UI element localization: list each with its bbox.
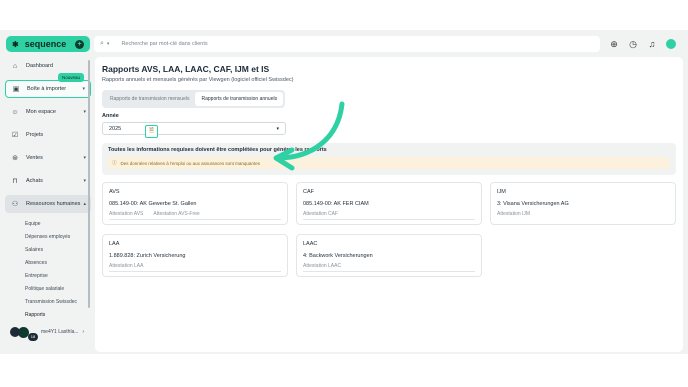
- card-title: IJM: [497, 189, 506, 195]
- user-menu[interactable]: 18 me4Y1 Lasthla... ›: [10, 327, 85, 341]
- sidebar-item-label: Ventes: [26, 155, 43, 161]
- divider: [303, 219, 475, 220]
- card-links: Attestation LAA: [109, 263, 143, 269]
- chevron-down-icon: ▾: [82, 86, 85, 92]
- bag-icon: ⊓: [12, 178, 18, 185]
- card-links: Attestation IJM: [497, 211, 530, 217]
- people-icon: ⚇: [11, 201, 19, 208]
- sequence-logo[interactable]: ✱ sequence +: [6, 36, 90, 52]
- chevron-up-icon: ▴: [83, 201, 86, 207]
- add-icon[interactable]: +: [75, 39, 84, 49]
- chevron-right-icon: ›: [82, 329, 85, 335]
- attestation-link[interactable]: Attestation LAA: [109, 263, 143, 269]
- card-caf: CAF 085.149-00: AK FER CIAM Attestation …: [296, 182, 482, 225]
- chevron-down-icon: ▾: [83, 178, 86, 184]
- sidebar-subitem-equipe[interactable]: Equipe: [5, 218, 91, 231]
- card-laa: LAA 1.889.828: Zurich Versicherung Attes…: [102, 234, 288, 277]
- home-icon: ⌂: [12, 62, 18, 70]
- document-button[interactable]: 🗎: [145, 125, 158, 138]
- card-links: Attestation LAAC: [303, 263, 341, 269]
- user-avatar: [10, 327, 20, 337]
- sidebar-item-mon-espace[interactable]: ☺ Mon espace ▾: [5, 103, 91, 121]
- user-name: me4Y1 Lasthla...: [41, 329, 79, 335]
- sidebar-subitem-depenses[interactable]: Dépenses employés: [5, 231, 91, 244]
- sidebar-item-import[interactable]: Nouveau ▣ Boîte à importer ▾: [5, 73, 91, 98]
- clock-icon[interactable]: ◷: [627, 38, 639, 50]
- search-bar[interactable]: ⌕ ▾ Recherche par mot-clé dans clients: [94, 36, 600, 52]
- card-links: Attestation CAF: [303, 211, 338, 217]
- divider: [109, 271, 281, 272]
- search-icon: ⌕: [100, 40, 104, 47]
- page-title: Rapports AVS, LAA, LAAC, CAF, IJM et IS: [102, 64, 270, 74]
- sidebar-item-label: Boîte à importer: [27, 86, 67, 92]
- check-square-icon: ☑: [11, 132, 19, 139]
- avatar[interactable]: [666, 39, 676, 49]
- attestation-link[interactable]: Attestation IJM: [497, 211, 530, 217]
- year-value: 2025: [109, 125, 122, 132]
- chevron-down-icon[interactable]: ▾: [107, 41, 110, 47]
- bell-icon[interactable]: ♫: [646, 38, 658, 50]
- year-label: Année: [102, 113, 119, 119]
- sidebar-item-projets[interactable]: ☑ Projets: [5, 126, 91, 144]
- logo-text: sequence: [24, 39, 67, 49]
- card-title: LAAC: [303, 241, 318, 247]
- sidebar-subitem-entreprise[interactable]: Entreprise: [5, 270, 91, 283]
- card-links: Attestation AVS Attestation AVS-Free: [109, 211, 200, 217]
- sidebar-item-label: Achats: [26, 178, 43, 184]
- card-row: 4: Backwork Versicherungen: [303, 253, 373, 259]
- card-ijm: IJM 3: Visana Versicherungen AG Attestat…: [490, 182, 676, 225]
- card-title: CAF: [303, 189, 314, 195]
- user-icon: ☺: [11, 108, 19, 116]
- app-window: ✱ sequence + ⌕ ▾ Recherche par mot-clé d…: [0, 30, 688, 354]
- sidebar-item-label: Dashboard: [26, 63, 53, 69]
- top-icons: ⊕ ◷ ♫: [608, 38, 676, 50]
- card-row: 085.149-00: AK FER CIAM: [303, 201, 369, 207]
- divider: [109, 219, 281, 220]
- chevron-down-icon: ▾: [83, 109, 86, 115]
- sidebar-subitem-politique[interactable]: Politique salariale: [5, 283, 91, 296]
- card-avs: AVS 085.149-00: AK Gewerbe St. Gallen At…: [102, 182, 288, 225]
- info-icon: ⓘ: [112, 160, 117, 165]
- search-input[interactable]: Recherche par mot-clé dans clients: [121, 41, 207, 47]
- attestation-link[interactable]: Attestation AVS: [109, 211, 143, 217]
- card-laac: LAAC 4: Backwork Versicherungen Attestat…: [296, 234, 482, 277]
- sidebar-item-label: Projets: [26, 132, 44, 138]
- card-row: 3: Visana Versicherungen AG: [497, 201, 569, 207]
- annotation-arrow-icon: [273, 101, 345, 171]
- card-title: AVS: [109, 189, 120, 195]
- attestation-link[interactable]: Attestation CAF: [303, 211, 338, 217]
- sidebar: ⌂ Dashboard Nouveau ▣ Boîte à importer ▾…: [5, 57, 91, 352]
- new-badge: Nouveau: [57, 73, 84, 82]
- notification-count-badge: 18: [28, 333, 38, 341]
- tag-icon: ⊛: [12, 155, 18, 162]
- card-title: LAA: [109, 241, 120, 247]
- sidebar-item-label: Ressources humaines: [26, 201, 81, 207]
- divider: [303, 271, 475, 272]
- sidebar-item-ventes[interactable]: ⊛ Ventes ▾: [5, 149, 91, 167]
- attestation-link[interactable]: Attestation AVS-Free: [153, 211, 199, 217]
- add-circle-icon[interactable]: ⊕: [608, 38, 620, 50]
- sidebar-scrollbar[interactable]: [88, 60, 90, 308]
- attestation-link[interactable]: Attestation LAAC: [303, 263, 341, 269]
- sidebar-subitem-salaires[interactable]: Salaires: [5, 244, 91, 257]
- sidebar-subitem-swissdec[interactable]: Transmission Swissdec: [5, 296, 91, 309]
- sidebar-subitem-absences[interactable]: Absences: [5, 257, 91, 270]
- sidebar-item-achats[interactable]: ⊓ Achats ▾: [5, 172, 91, 190]
- card-row: 1.889.828: Zurich Versicherung: [109, 253, 186, 259]
- chevron-down-icon: ▾: [83, 155, 86, 161]
- sidebar-subitem-rapports[interactable]: Rapports: [5, 309, 91, 322]
- sidebar-item-label: Mon espace: [26, 109, 56, 115]
- card-row: 085.149-00: AK Gewerbe St. Gallen: [109, 201, 197, 207]
- sidebar-item-rh[interactable]: ⚇ Ressources humaines ▴: [5, 195, 91, 213]
- inbox-icon: ▣: [12, 86, 20, 93]
- logo-mark-icon: ✱: [12, 39, 19, 49]
- page-subtitle: Rapports annuels et mensuels générés par…: [102, 77, 294, 83]
